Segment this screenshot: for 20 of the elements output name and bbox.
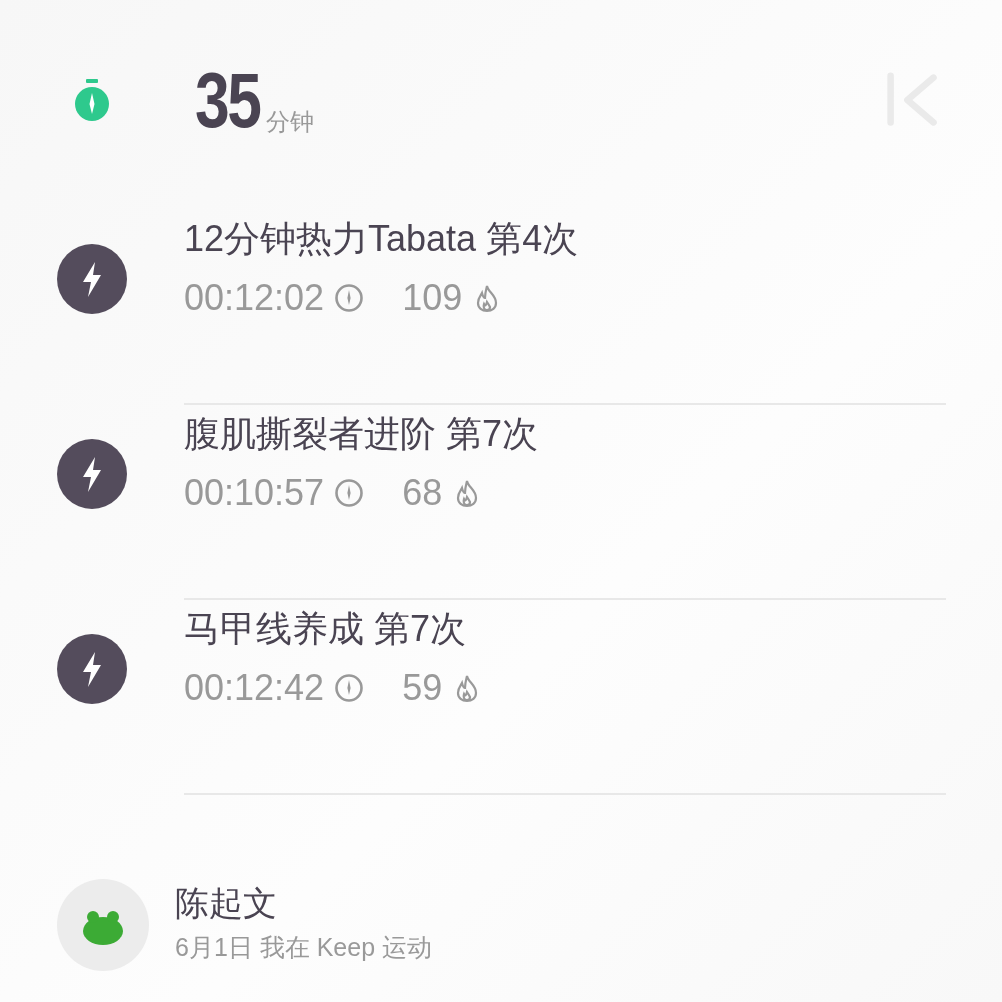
calories-value: 68 [402, 471, 443, 515]
workout-title: 12分钟热力Tabata 第4次 [184, 217, 580, 261]
workout-title: 腹肌撕裂者进阶 第7次 [184, 412, 540, 456]
total-minutes: 35 [195, 64, 260, 136]
duration-value: 00:12:42 [184, 666, 325, 710]
workout-title: 马甲线养成 第7次 [184, 607, 468, 651]
lightning-icon [57, 438, 127, 509]
user-name: 陈起文 [175, 882, 278, 924]
share-caption: 6月1日 我在 Keep 运动 [175, 931, 433, 963]
lightning-icon [57, 243, 127, 314]
clock-icon [334, 283, 365, 313]
clock-icon [334, 478, 365, 508]
duration-value: 00:10:57 [184, 471, 325, 515]
stopwatch-icon [72, 77, 112, 123]
duration-value: 00:12:02 [184, 276, 325, 320]
lightning-icon [57, 633, 127, 704]
calories-value: 59 [402, 666, 443, 710]
minutes-unit: 分钟 [265, 108, 314, 136]
calories-value: 109 [402, 276, 463, 320]
clock-icon [334, 673, 365, 703]
